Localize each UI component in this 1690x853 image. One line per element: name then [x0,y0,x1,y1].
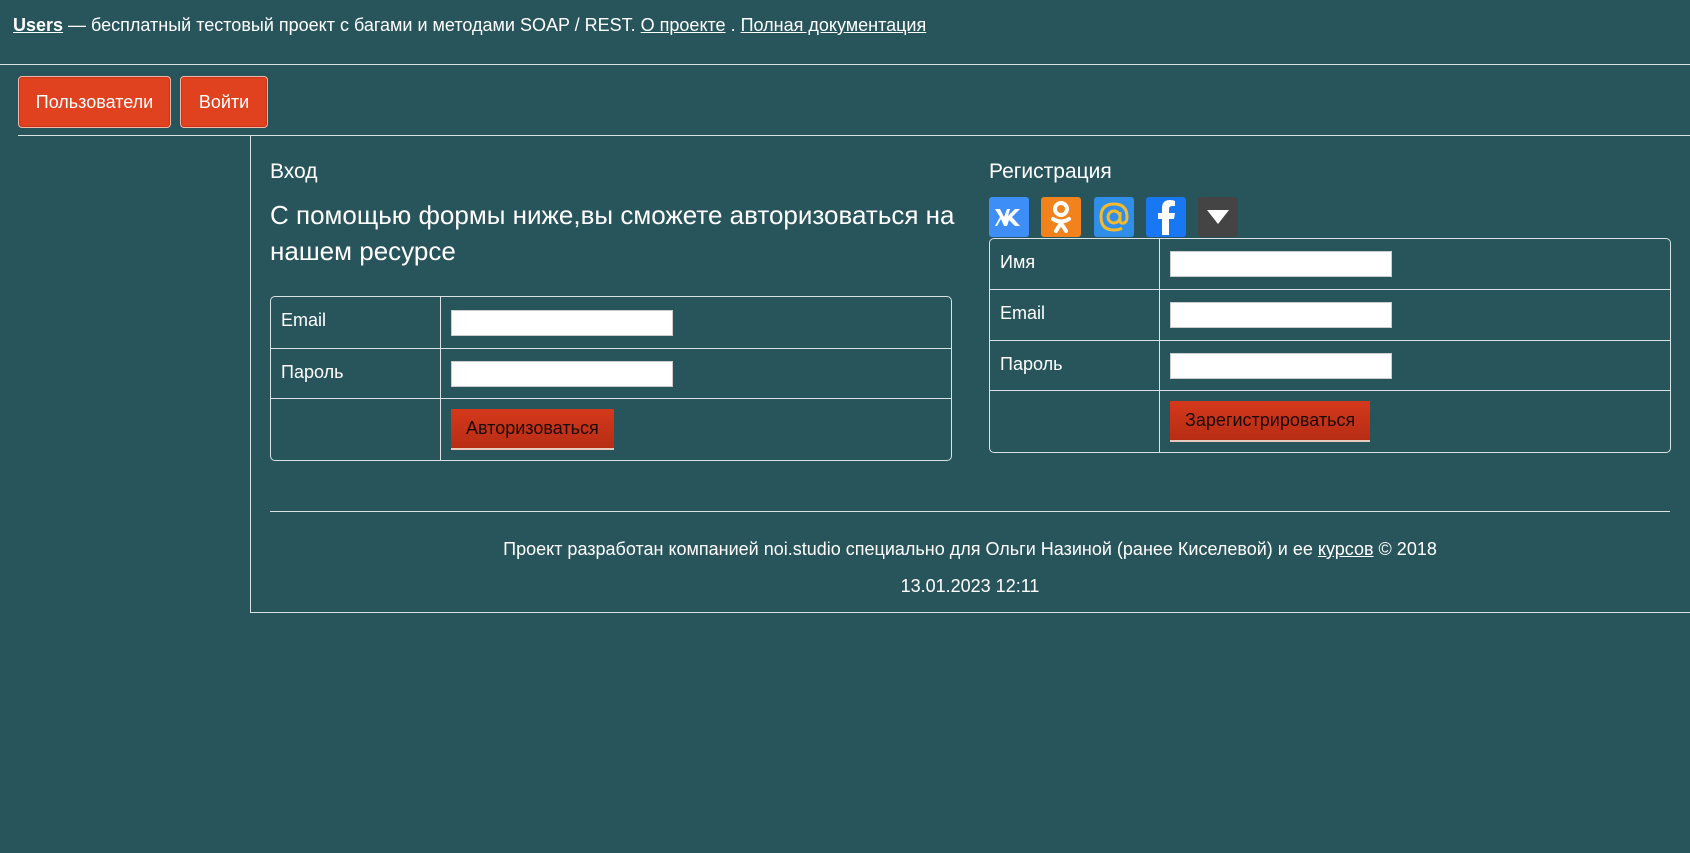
about-link[interactable]: О проекте [641,15,726,35]
register-password-label: Пароль [990,340,1160,390]
footer-divider [270,511,1670,512]
login-password-label: Пароль [271,348,441,398]
register-email-input[interactable] [1170,302,1392,328]
header-separator: . [725,15,741,35]
header-description: — бесплатный тестовый проект с багами и … [63,15,641,35]
login-form: Email Пароль Авторизоваться [270,296,952,461]
login-email-label: Email [271,297,441,348]
docs-link[interactable]: Полная документация [741,15,927,35]
mailru-icon[interactable] [1094,197,1134,237]
login-password-input[interactable] [451,360,673,387]
register-name-input[interactable] [1170,251,1392,277]
register-name-label: Имя [990,239,1160,289]
login-title: Вход [270,160,318,183]
register-submit-button[interactable]: Зарегистрироваться [1170,401,1371,442]
header-bar: Users — бесплатный тестовый проект с баг… [13,14,926,36]
login-submit-button[interactable]: Авторизоваться [451,409,614,450]
login-email-input[interactable] [451,309,673,336]
login-nav-button[interactable]: Войти [180,76,268,128]
vk-icon[interactable] [989,197,1029,237]
login-empty-cell [271,398,441,460]
footer-text: Проект разработан компанией noi.studio с… [503,539,1318,559]
footer-copyright: © 2018 [1373,539,1437,559]
users-nav-button[interactable]: Пользователи [18,76,171,128]
header-divider [0,64,1690,65]
courses-link[interactable]: курсов [1318,539,1374,559]
register-form: Имя Email Пароль Зарегистрироваться [989,238,1671,453]
footer-datetime: 13.01.2023 12:11 [900,576,1040,596]
brand-link[interactable]: Users [13,15,63,35]
register-password-input[interactable] [1170,352,1392,379]
facebook-icon[interactable] [1146,197,1186,237]
footer: Проект разработан компанией noi.studio с… [250,539,1690,597]
register-email-label: Email [990,289,1160,340]
odnoklassniki-icon[interactable] [1041,197,1081,237]
more-dropdown-icon[interactable] [1198,197,1238,237]
register-title: Регистрация [989,160,1112,183]
register-empty-cell [990,390,1160,452]
login-lead-text: С помощью формы ниже,вы сможете авторизо… [270,200,955,266]
